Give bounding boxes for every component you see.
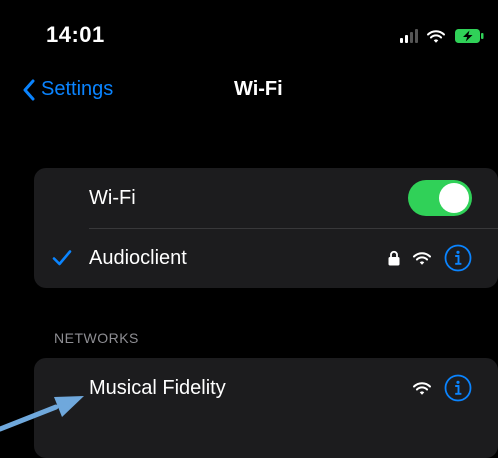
wifi-icon [413,251,431,265]
status-icons [400,28,484,44]
phone-screen: 14:01 Settings Wi-Fi Wi-Fi Audioclient N… [14,0,498,458]
page-title: Wi-Fi [234,78,283,100]
navigation-bar: Settings Wi-Fi [14,70,498,116]
connected-network-icons [388,244,472,272]
back-button-label: Settings [41,78,114,100]
network-icons [412,374,472,402]
wifi-icon [413,381,431,395]
networks-section-header: NETWORKS [54,330,139,346]
info-icon[interactable] [444,374,472,402]
back-button[interactable]: Settings [22,78,113,101]
connected-network-name: Audioclient [89,246,187,269]
connected-network-row[interactable]: Audioclient [34,228,498,288]
info-icon[interactable] [444,244,472,272]
wifi-settings-group: Wi-Fi Audioclient [34,168,498,288]
checkmark-icon [52,250,72,266]
battery-charging-icon [455,29,484,43]
toggle-knob [439,183,469,213]
wifi-toggle-row: Wi-Fi [34,168,498,228]
network-row[interactable]: Musical Fidelity [34,358,498,418]
lock-icon [388,250,400,266]
status-bar: 14:01 [14,0,498,70]
annotation-arrow-icon [0,396,84,432]
wifi-toggle[interactable] [408,180,472,216]
status-time: 14:01 [46,22,105,47]
signal-icon [400,29,418,43]
wifi-toggle-label: Wi-Fi [89,186,136,209]
networks-list: Musical Fidelity [34,358,498,458]
wifi-icon [427,29,445,43]
network-name: Musical Fidelity [89,376,226,399]
chevron-left-icon [23,79,35,100]
